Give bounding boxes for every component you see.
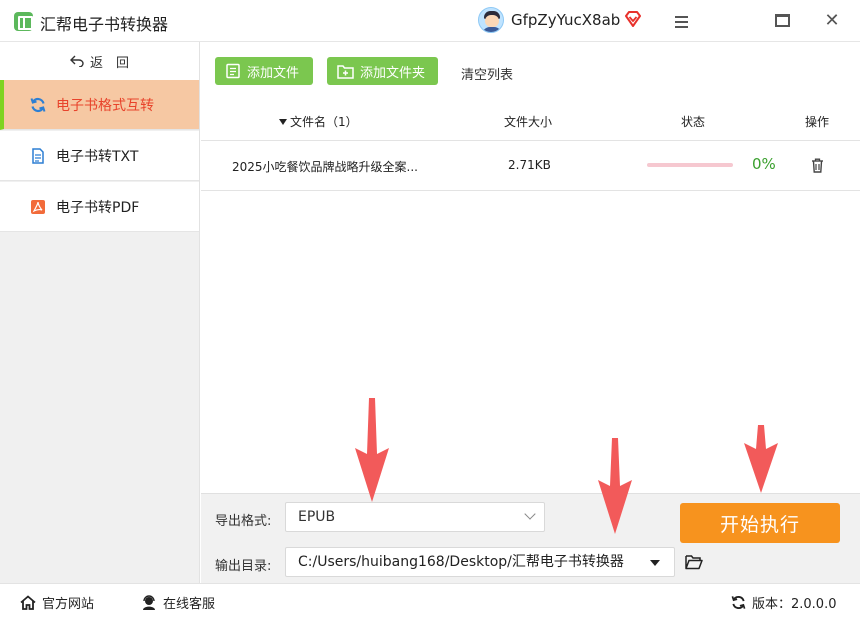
pdf-icon: [31, 199, 45, 214]
format-label: 导出格式:: [215, 514, 272, 529]
add-file-button[interactable]: 添加文件: [215, 57, 313, 85]
sidebar-item-label: 电子书转PDF: [56, 199, 140, 216]
table-row[interactable]: 2025小吃餐饮品牌战略升级全案... 2.71KB 0%: [201, 141, 860, 191]
column-status: 状态: [681, 115, 706, 129]
sidebar-item-to-txt[interactable]: 电子书转TXT: [0, 131, 199, 181]
annotation-arrow: [744, 425, 778, 493]
add-folder-label: 添加文件夹: [360, 65, 426, 81]
official-website-label: 官方网站: [42, 597, 95, 612]
settings-panel: 导出格式: EPUB 输出目录: C:/Users/huibang168/Des…: [201, 493, 860, 583]
title-bar: 汇帮电子书转换器 GfpZyYucX8ab ✕: [0, 0, 860, 42]
home-icon: [20, 595, 36, 610]
version-info[interactable]: 版本：2.0.0.0: [731, 593, 836, 612]
add-file-icon: [226, 63, 240, 79]
add-folder-icon: [337, 64, 354, 79]
start-button[interactable]: 开始执行: [680, 503, 840, 543]
app-logo-icon: [14, 12, 33, 31]
version-label: 版本：2.0.0.0: [752, 597, 837, 612]
sidebar-item-to-pdf[interactable]: 电子书转PDF: [0, 182, 199, 232]
official-website-link[interactable]: 官方网站: [20, 593, 94, 612]
close-icon[interactable]: ✕: [820, 9, 844, 33]
column-filename-label: 文件名（1）: [290, 115, 358, 129]
format-value: EPUB: [298, 509, 336, 525]
back-label: 返 回: [89, 55, 129, 71]
online-support-link[interactable]: 在线客服: [141, 593, 215, 612]
trash-icon[interactable]: [811, 158, 824, 173]
update-refresh-icon: [731, 595, 746, 610]
output-dir-value: C:/Users/huibang168/Desktop/汇帮电子书转换器: [298, 554, 624, 570]
chevron-down-icon: [524, 508, 536, 520]
sidebar-item-label: 电子书转TXT: [56, 148, 139, 165]
vip-diamond-icon[interactable]: [624, 11, 642, 27]
clear-list-button[interactable]: 清空列表: [461, 64, 513, 83]
column-filename[interactable]: 文件名（1）: [279, 113, 358, 130]
column-action: 操作: [805, 115, 830, 129]
annotation-arrow: [598, 438, 632, 534]
back-button[interactable]: 返 回: [0, 42, 199, 80]
progress-bar: [647, 163, 733, 167]
file-name: 2025小吃餐饮品牌战略升级全案...: [232, 160, 418, 174]
add-folder-button[interactable]: 添加文件夹: [327, 57, 438, 85]
annotation-arrow: [355, 398, 389, 502]
maximize-icon[interactable]: [771, 9, 795, 33]
sidebar: 返 回 电子书格式互转 电子书转TXT 电子书转PDF: [0, 42, 200, 583]
file-size: 2.71KB: [508, 158, 551, 172]
menu-icon[interactable]: [670, 9, 694, 33]
open-folder-icon[interactable]: [685, 554, 703, 570]
file-table-header: 文件名（1） 文件大小 状态 操作: [201, 100, 860, 141]
dropdown-triangle-icon: [650, 560, 660, 566]
back-arrow-icon: [69, 55, 84, 67]
sidebar-item-label: 电子书格式互转: [56, 97, 154, 114]
output-dir-label: 输出目录:: [215, 559, 272, 574]
document-icon: [32, 147, 44, 164]
app-title: 汇帮电子书转换器: [40, 15, 169, 34]
output-dir-select[interactable]: C:/Users/huibang168/Desktop/汇帮电子书转换器: [285, 547, 675, 577]
sidebar-item-format-convert[interactable]: 电子书格式互转: [0, 80, 199, 130]
column-size: 文件大小: [504, 115, 553, 129]
username[interactable]: GfpZyYucX8ab: [511, 11, 620, 29]
add-file-label: 添加文件: [247, 65, 300, 81]
progress-percent: 0%: [752, 155, 776, 173]
refresh-icon: [30, 97, 46, 112]
toolbar: 添加文件 添加文件夹 清空列表: [201, 42, 860, 100]
format-select[interactable]: EPUB: [285, 502, 545, 532]
support-agent-icon: [143, 594, 155, 610]
status-bar: 官方网站 在线客服 版本：2.0.0.0: [0, 583, 860, 617]
user-avatar[interactable]: [478, 7, 504, 33]
sort-down-icon: [279, 118, 287, 125]
online-support-label: 在线客服: [163, 597, 216, 612]
